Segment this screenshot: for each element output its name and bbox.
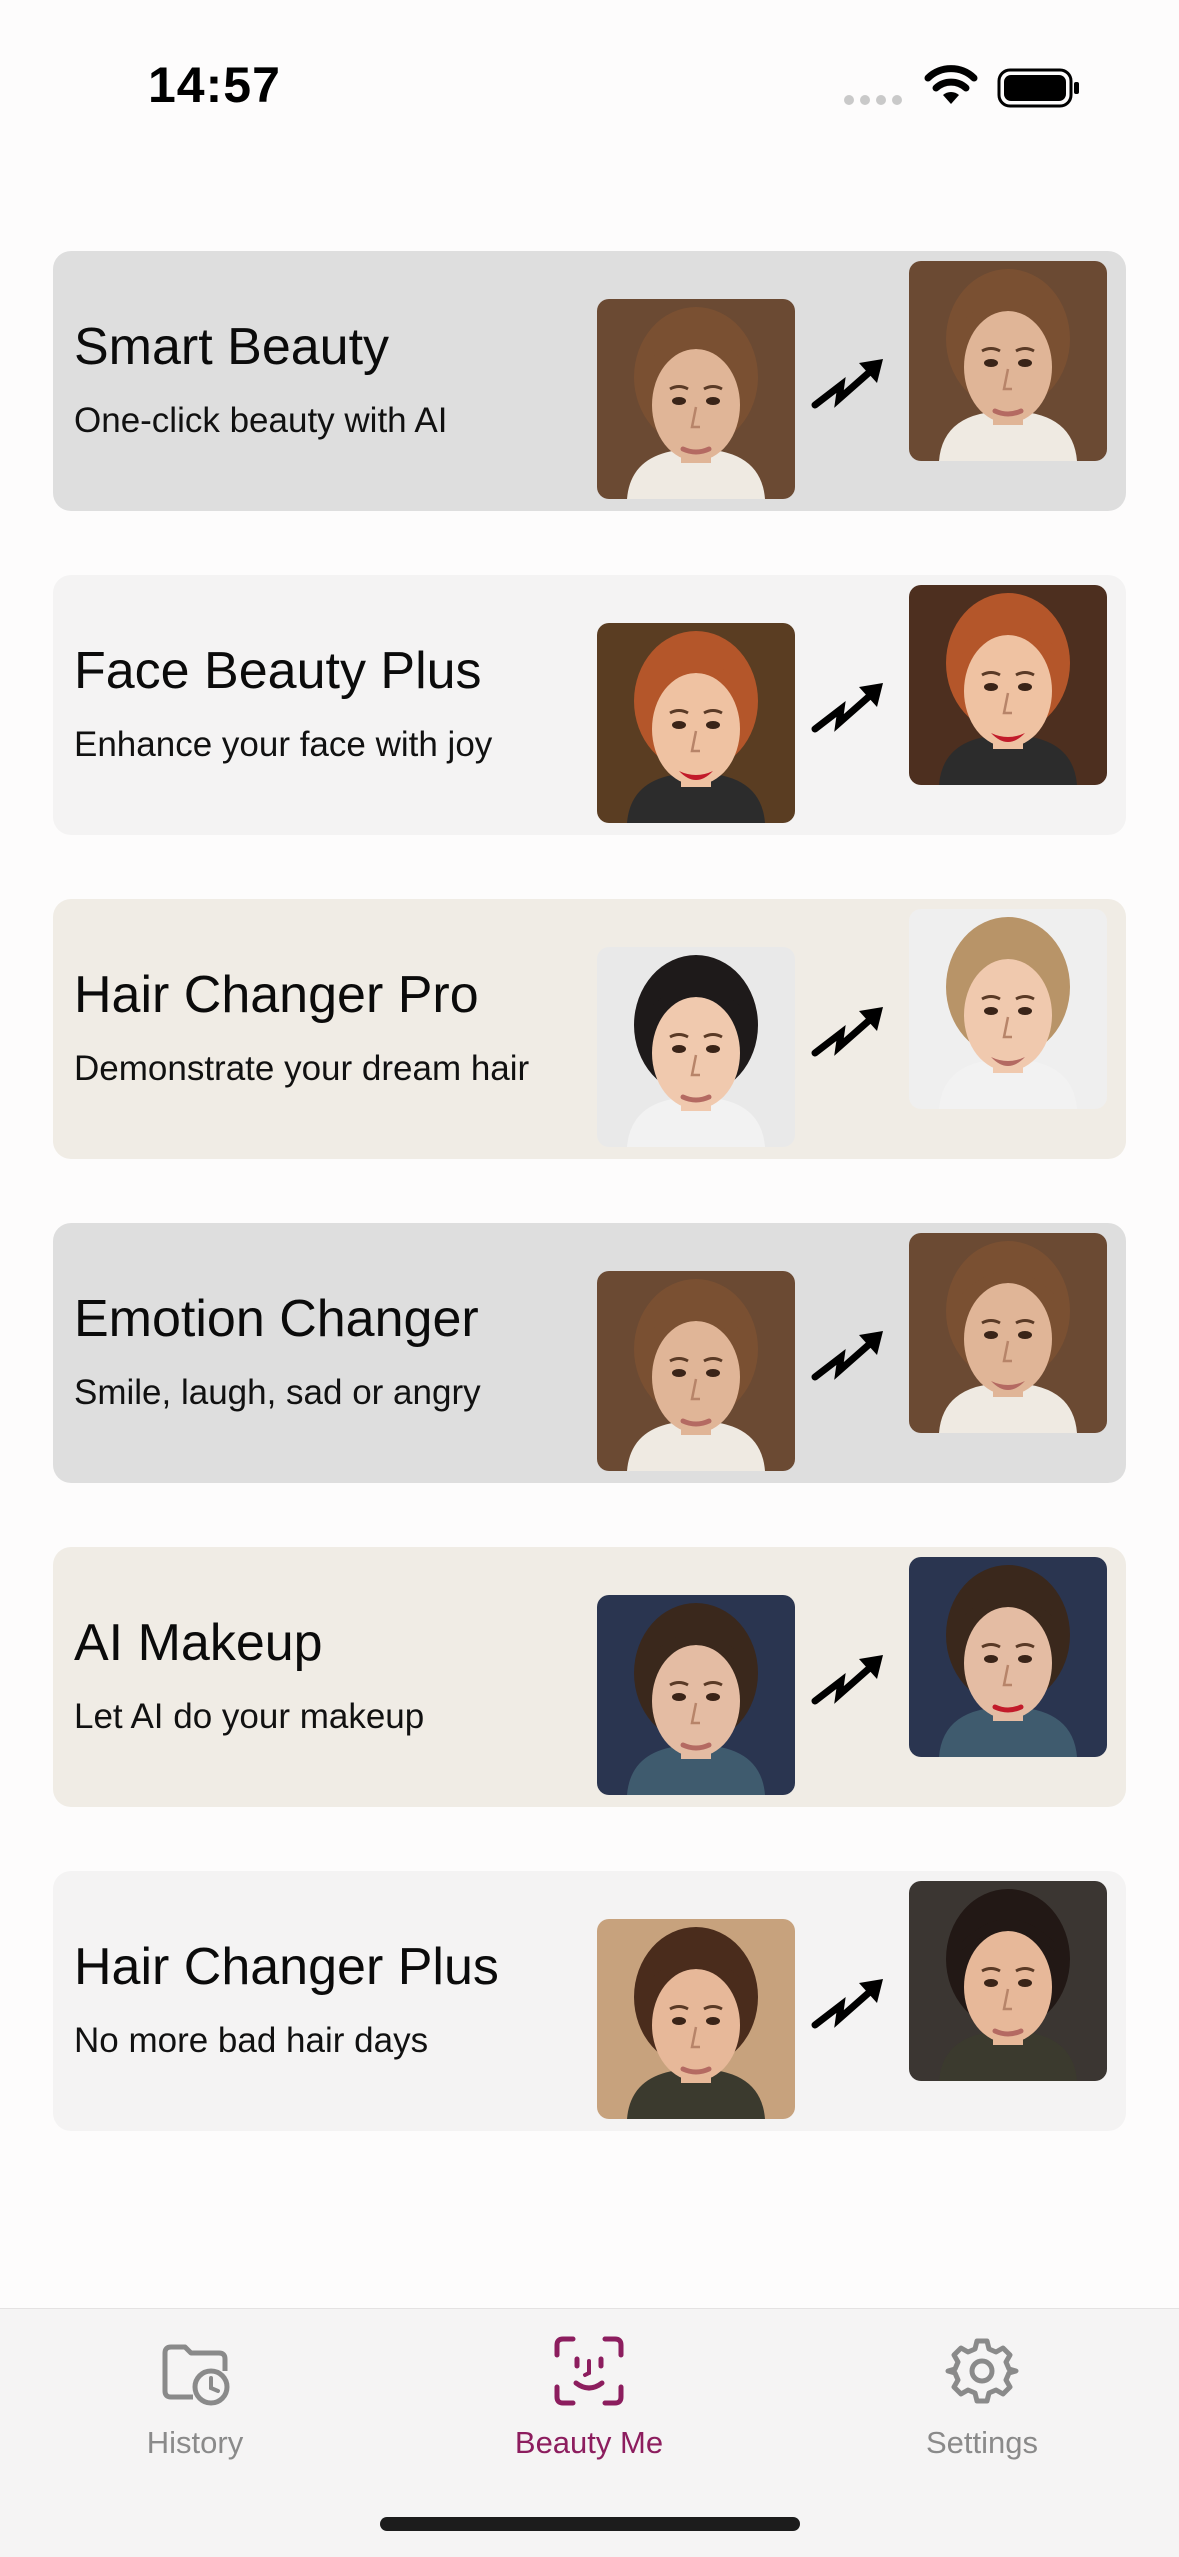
- after-photo: [909, 909, 1107, 1109]
- gear-icon: [945, 2338, 1019, 2404]
- face-scan-icon: [554, 2336, 624, 2406]
- card-subtitle: One-click beauty with AI: [74, 401, 448, 440]
- folder-clock-icon: [162, 2344, 230, 2406]
- after-photo: [909, 261, 1107, 461]
- card-title: AI Makeup: [74, 1614, 323, 1672]
- card-title: Hair Changer Plus: [74, 1938, 499, 1996]
- tab-beauty-me-label: Beauty Me: [514, 2425, 664, 2460]
- after-photo: [909, 585, 1107, 785]
- card-subtitle: Enhance your face with joy: [74, 725, 493, 764]
- card-subtitle: No more bad hair days: [74, 2021, 429, 2060]
- feature-card[interactable]: Smart Beauty One-click beauty with AI: [53, 251, 1126, 511]
- after-photo: [909, 1557, 1107, 1757]
- tab-history[interactable]: History: [65, 2333, 325, 2483]
- after-photo: [909, 1881, 1107, 2081]
- status-bar: 14:57: [0, 0, 1179, 150]
- transform-arrow-icon: [811, 1969, 887, 2037]
- before-photo: [597, 947, 795, 1147]
- card-title: Hair Changer Pro: [74, 966, 479, 1024]
- transform-arrow-icon: [811, 997, 887, 1065]
- feature-card[interactable]: Emotion Changer Smile, laugh, sad or angr…: [53, 1223, 1126, 1483]
- status-time: 14:57: [148, 57, 281, 113]
- feature-card[interactable]: Face Beauty Plus Enhance your face with j…: [53, 575, 1126, 835]
- cellular-signal-icon: [844, 95, 902, 105]
- before-photo: [597, 1271, 795, 1471]
- card-subtitle: Demonstrate your dream hair: [74, 1049, 530, 1088]
- transform-arrow-icon: [811, 349, 887, 417]
- feature-list: Smart Beauty One-click beauty with AI Face…: [53, 251, 1126, 2131]
- tab-settings[interactable]: Settings: [852, 2333, 1112, 2483]
- tab-settings-label: Settings: [925, 2425, 1038, 2460]
- home-indicator: [380, 2517, 800, 2531]
- card-subtitle: Smile, laugh, sad or angry: [74, 1373, 481, 1412]
- tab-beauty-me[interactable]: Beauty Me: [459, 2333, 719, 2483]
- card-title: Smart Beauty: [74, 318, 390, 376]
- battery-icon: [997, 68, 1079, 108]
- feature-card[interactable]: Hair Changer Plus No more bad hair days: [53, 1871, 1126, 2131]
- wifi-icon: [924, 65, 978, 104]
- transform-arrow-icon: [811, 673, 887, 741]
- transform-arrow-icon: [811, 1645, 887, 1713]
- card-title: Face Beauty Plus: [74, 642, 482, 700]
- before-photo: [597, 623, 795, 823]
- tab-history-label: History: [146, 2425, 244, 2460]
- feature-card[interactable]: Hair Changer Pro Demonstrate your dream h…: [53, 899, 1126, 1159]
- before-photo: [597, 1595, 795, 1795]
- transform-arrow-icon: [811, 1321, 887, 1389]
- card-title: Emotion Changer: [74, 1290, 479, 1348]
- before-photo: [597, 1919, 795, 2119]
- card-subtitle: Let AI do your makeup: [74, 1697, 425, 1736]
- feature-card[interactable]: AI Makeup Let AI do your makeup: [53, 1547, 1126, 1807]
- after-photo: [909, 1233, 1107, 1433]
- before-photo: [597, 299, 795, 499]
